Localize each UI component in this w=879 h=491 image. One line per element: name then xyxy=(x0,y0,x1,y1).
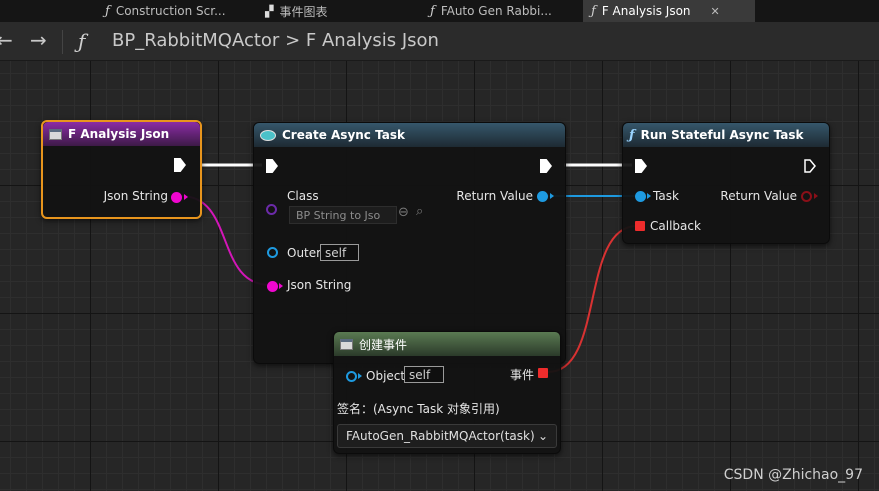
tab-construction-script[interactable]: ƒ Construction Scr... xyxy=(105,0,226,22)
tab-event-graph[interactable]: ▞ 事件图表 xyxy=(265,0,327,22)
tab-label: F Analysis Json xyxy=(601,4,691,18)
node-title: 创建事件 xyxy=(359,337,408,352)
node-title: F Analysis Json xyxy=(68,127,170,141)
tab-fauto-gen-rabbit[interactable]: ƒ FAuto Gen Rabbi... xyxy=(430,0,552,22)
pin-label: 事件 xyxy=(509,368,534,382)
node-header: 创建事件 xyxy=(334,332,560,356)
pin-label: Task xyxy=(653,189,679,203)
exec-output-pin[interactable] xyxy=(540,159,552,173)
node-header: ƒ Run Stateful Async Task xyxy=(623,123,829,147)
pin-label: Json String xyxy=(287,278,352,292)
divider xyxy=(62,30,63,54)
function-icon: ƒ xyxy=(78,29,86,53)
event-output-pin[interactable] xyxy=(538,368,548,378)
function-node-icon xyxy=(49,128,62,140)
exec-input-pin[interactable] xyxy=(635,159,647,173)
watermark: CSDN @Zhichao_97 xyxy=(723,467,863,483)
node-create-event[interactable]: 创建事件 Object self 事件 签名：(Async Task 对象引用)… xyxy=(333,331,561,454)
dropdown-value: FAutoGen_RabbitMQActor(task) xyxy=(346,429,535,443)
pin-label: Json String xyxy=(103,189,168,203)
exec-output-pin[interactable] xyxy=(804,159,816,173)
json-string-input-pin[interactable] xyxy=(267,281,278,292)
class-input-pin[interactable] xyxy=(266,204,277,215)
object-input-pin[interactable] xyxy=(346,371,357,382)
pin-label: Callback xyxy=(650,219,701,233)
outer-input-pin[interactable] xyxy=(267,247,278,258)
exec-input-pin[interactable] xyxy=(266,159,278,173)
node-header: Create Async Task xyxy=(254,123,565,147)
forward-button[interactable]: → xyxy=(30,28,47,52)
node-title: Run Stateful Async Task xyxy=(640,128,804,142)
pin-arrow xyxy=(358,373,362,379)
breadcrumb: BP_RabbitMQActor > F Analysis Json xyxy=(112,30,439,51)
outer-field[interactable]: self xyxy=(320,244,359,261)
tab-bar: ƒ Construction Scr... ▞ 事件图表 ƒ FAuto Gen… xyxy=(0,0,879,22)
pin-arrow xyxy=(279,283,283,289)
pin-label: Class xyxy=(287,189,319,203)
pin-label: Object xyxy=(366,369,406,383)
breadcrumb-bar: ← → ƒ BP_RabbitMQActor > F Analysis Json xyxy=(0,22,879,61)
pin-arrow xyxy=(550,193,554,199)
node-f-analysis-json[interactable]: F Analysis Json Json String xyxy=(41,120,202,219)
exec-output-pin[interactable] xyxy=(174,158,186,172)
breadcrumb-current: F Analysis Json xyxy=(305,30,439,51)
function-icon: ƒ xyxy=(629,127,635,143)
node-run-stateful-async-task[interactable]: ƒ Run Stateful Async Task Task Return Va… xyxy=(622,122,830,244)
task-input-pin[interactable] xyxy=(635,191,646,202)
async-task-icon xyxy=(260,129,276,141)
function-icon: ƒ xyxy=(430,3,435,19)
node-create-async-task[interactable]: Create Async Task Class BP String to Jso… xyxy=(253,122,566,364)
node-title: Create Async Task xyxy=(282,128,405,142)
return-value-output-pin[interactable] xyxy=(801,191,812,202)
callback-input-pin[interactable] xyxy=(635,221,645,231)
breadcrumb-separator: > xyxy=(285,30,301,51)
object-field[interactable]: self xyxy=(404,366,444,383)
pin-label: Return Value xyxy=(720,189,797,203)
tab-f-analysis-json[interactable]: ƒ F Analysis Json ✕ xyxy=(583,0,755,22)
tab-label: FAuto Gen Rabbi... xyxy=(440,4,552,18)
chevron-down-icon: ⌄ xyxy=(537,429,548,443)
pin-arrow xyxy=(814,193,818,199)
signature-text: 签名：(Async Task 对象引用) xyxy=(337,402,500,416)
use-selected-icon[interactable]: ⊖ xyxy=(398,205,409,220)
pin-label: Return Value xyxy=(456,189,533,203)
node-header: F Analysis Json xyxy=(43,122,200,146)
function-icon: ƒ xyxy=(105,3,110,19)
function-icon: ƒ xyxy=(591,3,596,19)
json-string-output-pin[interactable] xyxy=(171,192,182,203)
browse-icon[interactable]: ⌕ xyxy=(416,204,423,219)
graph-canvas[interactable]: F Analysis Json Json String Create Async… xyxy=(0,61,879,491)
function-node-icon xyxy=(340,338,353,350)
close-tab-icon[interactable]: ✕ xyxy=(711,5,720,18)
pin-label: Outer xyxy=(287,246,322,260)
pin-arrow xyxy=(184,194,188,200)
back-button[interactable]: ← xyxy=(0,28,13,52)
event-graph-icon: ▞ xyxy=(265,4,274,18)
tab-label: 事件图表 xyxy=(279,4,328,19)
return-value-output-pin[interactable] xyxy=(537,191,548,202)
tab-label: Construction Scr... xyxy=(115,4,226,18)
function-select-dropdown[interactable]: FAutoGen_RabbitMQActor(task) ⌄ xyxy=(337,424,557,448)
class-dropdown[interactable]: BP String to Jso xyxy=(289,206,397,224)
breadcrumb-root[interactable]: BP_RabbitMQActor xyxy=(112,30,279,51)
pin-arrow xyxy=(647,193,651,199)
